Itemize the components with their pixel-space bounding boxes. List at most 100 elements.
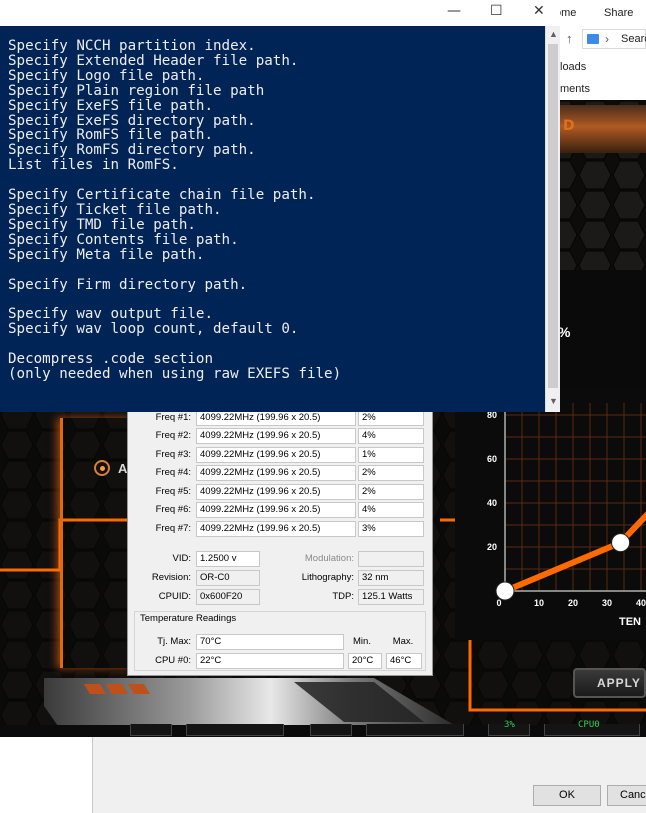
cpu0-temp-label: CPU #0: xyxy=(155,655,191,666)
bottom-value: CPU0 xyxy=(578,720,600,730)
fan-curve-chart[interactable]: 204060800 10 20 30 40TEN xyxy=(455,390,646,640)
apply-button[interactable]: APPLY xyxy=(573,668,646,698)
terminal-line: Specify RomFS file path. xyxy=(8,127,213,144)
cpu0-temp-value: 22°C xyxy=(196,653,344,669)
cpuid-value: 0x600F20 xyxy=(196,589,260,605)
terminal-line: Specify TMD file path. xyxy=(8,216,196,233)
nav-item-documents[interactable]: ments xyxy=(560,83,590,95)
terminal-line: List files in RomFS. xyxy=(8,157,179,174)
modulation-value xyxy=(358,551,424,567)
terminal-line: Specify Firm directory path. xyxy=(8,276,248,293)
freq-load: 2% xyxy=(358,465,424,481)
terminal-line: Specify ExeFS file path. xyxy=(8,97,213,114)
terminal-scrollbar[interactable]: ▲ ▼ xyxy=(545,26,560,412)
bottom-slot xyxy=(130,724,172,736)
freq-value: 4099.22MHz (199.96 x 20.5) xyxy=(196,520,356,537)
chart-background xyxy=(455,390,646,640)
left-frame xyxy=(60,418,133,668)
chevron-right-icon: › xyxy=(605,32,609,46)
lithography-label: Lithography: xyxy=(301,572,354,583)
terminal-titlebar[interactable]: — ☐ ✕ xyxy=(0,0,560,26)
ok-button[interactable]: OK xyxy=(533,785,601,806)
cpu0-temp-min: 20°C xyxy=(348,653,382,669)
bottom-slot xyxy=(366,724,464,736)
terminal-line: (only needed when using raw EXEFS file) xyxy=(8,365,342,382)
cancel-button[interactable]: Cance xyxy=(607,785,646,806)
terminal-line: Specify Certificate chain file path. xyxy=(8,187,316,204)
terminal-line: Decompress .code section xyxy=(8,351,213,368)
cpuz-window: Freq #0:4099.22MHz (199.96 x 20.5)1%Freq… xyxy=(127,391,433,676)
chart-x-tick-label: 30 xyxy=(602,598,612,608)
terminal-line: Specify Ticket file path. xyxy=(8,201,222,218)
terminal-line: Specify ExeFS directory path. xyxy=(8,112,256,129)
folder-icon xyxy=(587,34,599,44)
freq-load: 1% xyxy=(358,446,424,463)
metal-banner xyxy=(44,678,456,726)
minimize-icon[interactable]: — xyxy=(447,3,461,19)
freq-load: 2% xyxy=(358,483,424,500)
tdp-value: 125.1 Watts xyxy=(358,589,424,605)
vid-value: 1.2500 v xyxy=(196,551,260,567)
chart-x-axis-label: TEN xyxy=(619,616,641,628)
freq-label: Freq #1: xyxy=(155,411,191,423)
terminal-console[interactable]: Specify NCCH partition index. Specify Ex… xyxy=(0,26,545,412)
chart-x-tick-label: 40 xyxy=(636,598,646,608)
terminal-line: Specify Contents file path. xyxy=(8,231,239,248)
bottom-slot xyxy=(310,724,352,736)
modulation-label: Modulation: xyxy=(304,553,354,564)
revision-value: OR-C0 xyxy=(196,570,260,586)
tjmax-value: 70°C xyxy=(196,634,344,650)
freq-value: 4099.22MHz (199.96 x 20.5) xyxy=(196,465,356,481)
freq-label: Freq #3: xyxy=(155,448,191,460)
terminal-line: Specify wav loop count, default 0. xyxy=(8,321,299,338)
revision-label: Revision: xyxy=(151,572,191,583)
freq-value: 4099.22MHz (199.96 x 20.5) xyxy=(196,428,356,444)
background-window xyxy=(0,737,92,813)
profile-radio[interactable] xyxy=(94,460,110,476)
terminal-output: Specify NCCH partition index. Specify Ex… xyxy=(0,26,545,382)
chart-x-tick-label: 10 xyxy=(534,598,544,608)
scroll-up-icon[interactable]: ▲ xyxy=(549,29,558,39)
temperature-group-title: Temperature Readings xyxy=(138,613,239,624)
chart-y-tick-label: 20 xyxy=(487,542,497,552)
search-box[interactable]: › Searc xyxy=(582,29,646,49)
radio-label: A xyxy=(118,461,128,476)
maximize-icon[interactable]: ☐ xyxy=(490,3,503,19)
terminal-line: Specify Extended Header file path. xyxy=(8,52,299,69)
freq-value: 4099.22MHz (199.96 x 20.5) xyxy=(196,446,356,463)
terminal-line: Specify Meta file path. xyxy=(8,246,205,263)
banner-letter: D xyxy=(563,118,575,134)
terminal-line: Specify RomFS directory path. xyxy=(8,142,256,159)
max-header: Max. xyxy=(392,636,414,647)
cpu0-temp-max: 46°C xyxy=(386,653,422,669)
freq-load: 4% xyxy=(358,428,424,444)
chart-x-tick-label: 20 xyxy=(568,598,578,608)
scroll-down-icon[interactable]: ▼ xyxy=(549,396,558,406)
tdp-label: TDP: xyxy=(332,591,354,602)
tab-share[interactable]: Share xyxy=(604,7,633,19)
bottom-value: 3% xyxy=(504,720,515,730)
nav-item-downloads[interactable]: loads xyxy=(560,61,586,73)
up-arrow-icon[interactable]: ↑ xyxy=(566,31,573,46)
close-icon[interactable]: ✕ xyxy=(533,3,545,19)
fan-curve-point xyxy=(495,581,515,601)
min-header: Min. xyxy=(353,636,371,647)
freq-label: Freq #6: xyxy=(155,504,191,515)
bottom-slot xyxy=(186,724,284,736)
terminal-line: Specify Plain region file path xyxy=(8,82,265,99)
terminal-line: Specify NCCH partition index. xyxy=(8,38,256,54)
freq-value: 4099.22MHz (199.96 x 20.5) xyxy=(196,483,356,500)
chart-y-tick-label: 40 xyxy=(487,498,497,508)
freq-value: 4099.22MHz (199.96 x 20.5) xyxy=(196,502,356,518)
fan-curve-point xyxy=(611,533,631,553)
tjmax-label: Tj. Max: xyxy=(157,636,191,647)
freq-label: Freq #2: xyxy=(155,430,191,441)
search-placeholder: Searc xyxy=(621,33,646,45)
chart-x-tick-label: 0 xyxy=(496,598,501,608)
cpuid-label: CPUID: xyxy=(158,591,191,602)
scroll-thumb[interactable] xyxy=(548,44,558,388)
terminal-line: Specify Logo file path. xyxy=(8,67,205,84)
freq-load: 4% xyxy=(358,502,424,518)
freq-label: Freq #4: xyxy=(155,467,191,478)
freq-label: Freq #7: xyxy=(155,522,191,534)
